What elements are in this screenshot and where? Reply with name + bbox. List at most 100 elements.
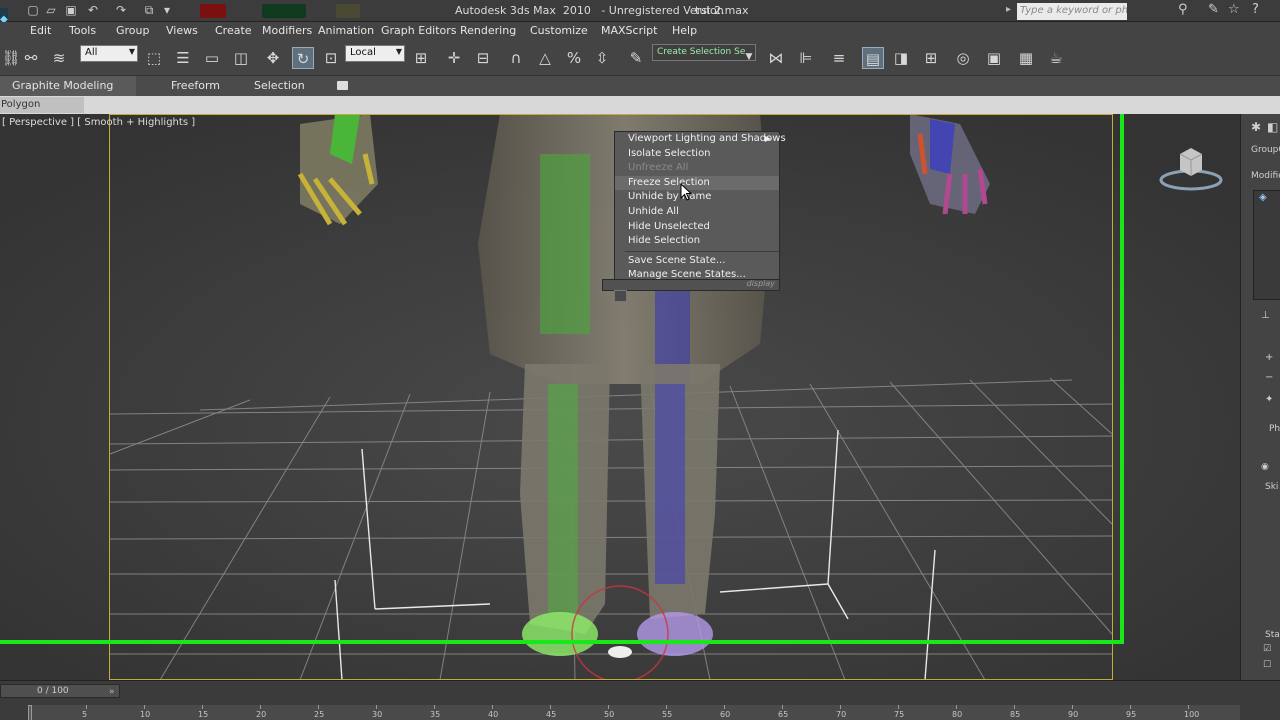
rollout-plus-icon[interactable]: + [1265, 352, 1273, 363]
unlink-icon[interactable]: ⚯ [20, 47, 42, 69]
ribbon-minimize-icon[interactable] [337, 81, 348, 90]
material-editor-icon[interactable]: ◎ [952, 47, 974, 69]
menu-item-hide-selection[interactable]: Hide Selection [615, 234, 779, 249]
window-crossing-icon[interactable]: ◫ [230, 47, 252, 69]
modifier-list-label: Modifie [1251, 171, 1280, 181]
menu-item-unfreeze-all[interactable]: Unfreeze All [615, 161, 779, 176]
schematic-view-icon[interactable]: ⊞ [920, 47, 942, 69]
create-tab-icon[interactable]: ✱ [1251, 120, 1261, 134]
percent-snap-icon[interactable]: % [563, 47, 585, 69]
panel-polygon-modeling[interactable]: Polygon Modeling [0, 97, 84, 126]
viewport-shading-label[interactable]: [ Smooth + Highlights ] [77, 117, 195, 128]
time-marker[interactable] [28, 705, 32, 720]
modifier-stack-list[interactable] [1253, 190, 1280, 300]
viewport-label[interactable]: [ Perspective ] [ Smooth + Highlights ] [2, 117, 195, 128]
timeline-tick [1014, 705, 1015, 709]
save-file-icon[interactable]: ▣ [64, 3, 78, 17]
tools-icon[interactable]: ✎ [1208, 3, 1219, 17]
angle-snap-icon[interactable]: △ [534, 47, 556, 69]
tab-graphite-modeling-tools[interactable]: Graphite Modeling Tools [0, 76, 136, 112]
modify-tab-icon[interactable]: ◧ [1267, 120, 1278, 134]
menu-rendering[interactable]: Rendering [460, 24, 516, 37]
reference-coordinate-dropdown[interactable]: Local ▼ [345, 45, 405, 62]
graphite-tools-toggle-icon[interactable]: ▤ [862, 47, 884, 69]
rectangular-region-icon[interactable]: ▭ [201, 47, 223, 69]
link-icon[interactable]: ⛓ [0, 47, 22, 69]
new-file-icon[interactable]: ▢ [26, 3, 40, 17]
chevron-down-icon[interactable]: ▼ [738, 46, 760, 68]
quad-menu-center-handle[interactable] [614, 290, 627, 302]
quick-access-dropdown-icon[interactable]: ▾ [160, 3, 174, 17]
undo-icon[interactable]: ↶ [86, 3, 100, 17]
viewcube-icon[interactable] [1158, 144, 1224, 192]
render-setup-icon[interactable]: ▣ [983, 47, 1005, 69]
spinner-snap-icon[interactable]: ⇳ [591, 47, 613, 69]
rotate-icon[interactable]: ↻ [292, 47, 314, 69]
select-by-name-icon[interactable]: ☰ [172, 47, 194, 69]
menu-tools[interactable]: Tools [69, 24, 96, 37]
menu-help[interactable]: Help [672, 24, 697, 37]
menu-modifiers[interactable]: Modifiers [262, 24, 312, 37]
menu-customize[interactable]: Customize [530, 24, 588, 37]
menu-item-unhide-by-name[interactable]: Unhide by Name [615, 190, 779, 205]
move-icon[interactable]: ✥ [262, 47, 284, 69]
physique-rollout-label[interactable]: Ph [1269, 424, 1280, 434]
select-object-icon[interactable]: ⬚ [143, 47, 165, 69]
checkbox-icon[interactable]: ☑ [1263, 644, 1271, 654]
menu-item-save-scene-state[interactable]: Save Scene State... [615, 254, 779, 269]
binoculars-icon[interactable]: ⚲ [1178, 3, 1188, 17]
slider-next-arrow-icon[interactable]: » [109, 687, 115, 697]
active-viewport-frame [109, 114, 1113, 680]
help-icon[interactable]: ? [1252, 3, 1259, 17]
open-file-icon[interactable]: ▱ [44, 3, 58, 17]
pivot-center-icon[interactable]: ⊞ [410, 47, 432, 69]
timeline-tick [1072, 705, 1073, 709]
redo-icon[interactable]: ↷ [114, 3, 128, 17]
bone-icon[interactable]: ✦ [1265, 394, 1273, 405]
timeline-tick-label: 5 [82, 710, 88, 719]
bind-space-warp-icon[interactable]: ≋ [48, 47, 70, 69]
menu-maxscript[interactable]: MAXScript [601, 24, 657, 37]
hold-icon[interactable]: ⧉ [142, 3, 156, 17]
timeline-tick-label: 30 [372, 710, 383, 719]
favorites-icon[interactable]: ☆ [1228, 3, 1240, 17]
tab-freeform[interactable]: Freeform [163, 76, 228, 96]
scale-icon[interactable]: ⊡ [320, 47, 342, 69]
checkbox-icon[interactable]: ☐ [1263, 660, 1271, 670]
render-production-icon[interactable]: ☕ [1045, 47, 1067, 69]
select-and-manipulate-icon[interactable]: ✛ [443, 47, 465, 69]
edit-named-selection-icon[interactable]: ✎ [625, 47, 647, 69]
modifier-stack-item-icon[interactable]: ◈ [1259, 192, 1267, 203]
snaps-toggle-icon[interactable]: ∩ [505, 47, 527, 69]
skin-rollout-label[interactable]: Ski [1265, 482, 1278, 492]
menu-graph-editors[interactable]: Graph Editors [381, 24, 457, 37]
menu-edit[interactable]: Edit [30, 24, 51, 37]
selection-filter-dropdown[interactable]: All ▼ [80, 45, 138, 62]
time-slider[interactable]: 0 / 100 » [0, 684, 120, 698]
curve-editor-icon[interactable]: ◨ [890, 47, 912, 69]
rollout-minus-icon[interactable]: − [1265, 372, 1273, 383]
pin-stack-icon[interactable]: ⊥ [1261, 310, 1270, 321]
radio-option-icon[interactable]: ◉ [1261, 462, 1269, 472]
menu-group[interactable]: Group [116, 24, 150, 37]
align-icon[interactable]: ⊫ [795, 47, 817, 69]
mirror-icon[interactable]: ⋈ [765, 47, 787, 69]
menu-create[interactable]: Create [215, 24, 252, 37]
menu-item-freeze-selection[interactable]: Freeze Selection [615, 175, 779, 191]
menu-item-isolate-selection[interactable]: Isolate Selection [615, 147, 779, 162]
keyboard-shortcut-override-icon[interactable]: ⊟ [472, 47, 494, 69]
menu-animation[interactable]: Animation [318, 24, 374, 37]
submenu-arrow-icon: ▶ [764, 134, 771, 143]
menu-views[interactable]: Views [166, 24, 198, 37]
search-input[interactable]: Type a keyword or phrase [1017, 3, 1127, 20]
menu-item-viewport-lighting-and-shadows[interactable]: Viewport Lighting and Shadows ▶ [615, 132, 786, 147]
viewport-point-of-view-label[interactable]: [ Perspective ] [2, 117, 74, 128]
layer-manager-icon[interactable]: ≡ [828, 47, 850, 69]
menu-item-unhide-all[interactable]: Unhide All [615, 205, 779, 220]
status-rollout-label[interactable]: Sta [1265, 630, 1280, 640]
timeline-ruler[interactable]: 5 10 15 20 25 30 35 40 45 50 55 60 65 70 75 80 85 90 95 100 [30, 705, 1240, 720]
tab-selection[interactable]: Selection [246, 76, 313, 96]
menu-item-hide-unselected[interactable]: Hide Unselected [615, 220, 779, 235]
search-arrow-icon[interactable]: ▸ [1006, 4, 1011, 15]
rendered-frame-window-icon[interactable]: ▦ [1015, 47, 1037, 69]
